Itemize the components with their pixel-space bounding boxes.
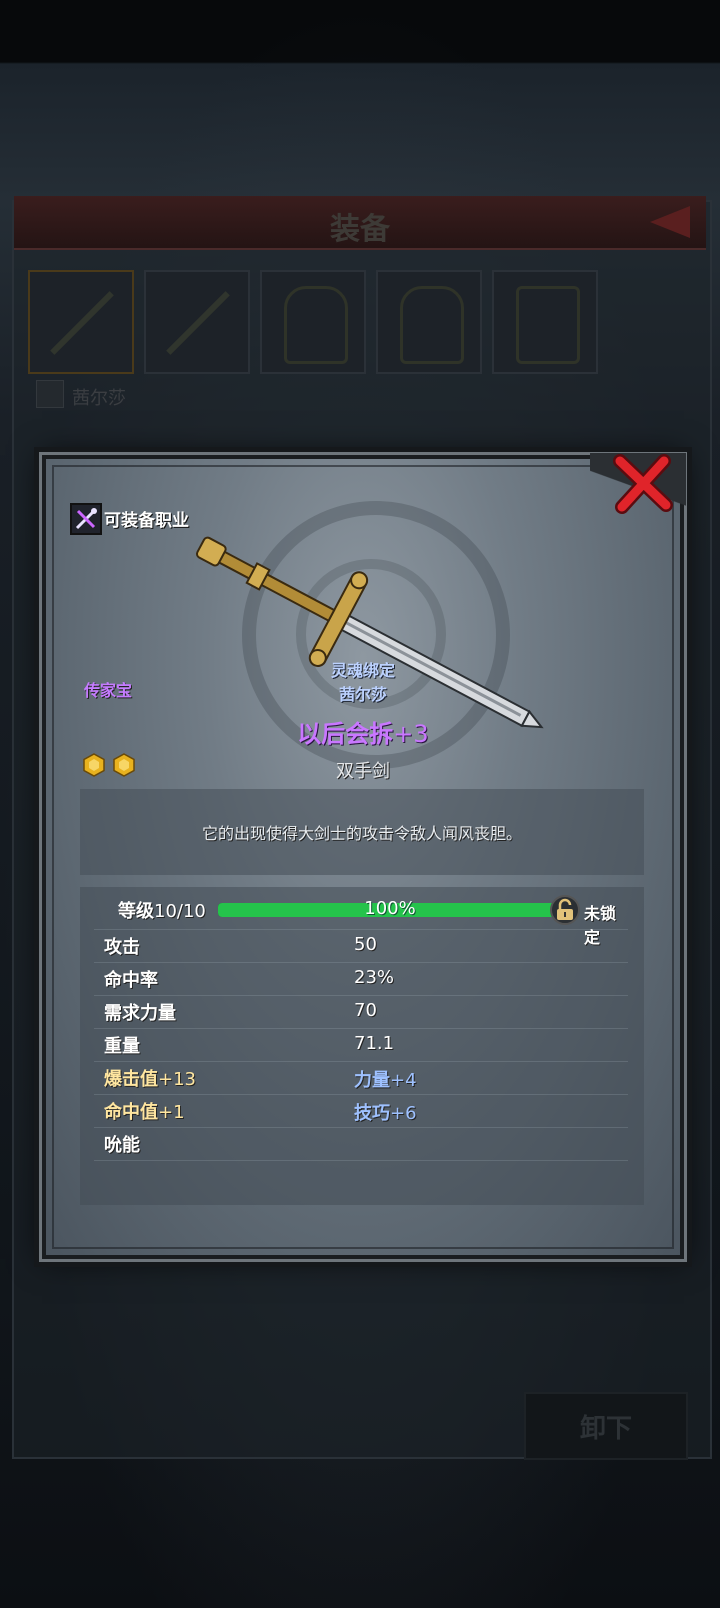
item-description: 它的出现使得大剑士的攻击令敌人闻风丧胆。 xyxy=(201,824,522,843)
slot-weapon-off[interactable] xyxy=(144,270,250,374)
skill-row: 吮能 xyxy=(94,1127,628,1161)
description-box: 它的出现使得大剑士的攻击令敌人闻风丧胆。 xyxy=(80,789,644,875)
slot-armor[interactable] xyxy=(376,270,482,374)
unlock-icon xyxy=(557,898,573,920)
close-icon xyxy=(613,454,673,514)
class-icon[interactable] xyxy=(70,503,102,535)
bonus-row-1: 爆击值+13 力量+4 xyxy=(94,1061,628,1095)
bonus-strength: 力量+4 xyxy=(354,1070,417,1091)
slot-legs[interactable] xyxy=(492,270,598,374)
skill-label: 吮能 xyxy=(104,1135,140,1156)
slot-helmet[interactable] xyxy=(260,270,366,374)
close-button[interactable] xyxy=(610,451,676,517)
bonus-row-2: 命中值+1 技巧+6 xyxy=(94,1094,628,1128)
item-detail-modal: 可装备职业 传家宝 灵魂绑定 茜尔莎 以后会拆+3 双手剑 它的出现使得大剑士的… xyxy=(42,453,686,1259)
stat-row-required-strength: 需求力量 70 xyxy=(94,995,628,1029)
stats-panel: 等级10/10 100% 未锁定 攻击 50 命中率 23% 需求力量 70 重… xyxy=(80,887,644,1205)
item-name: 以后会拆+3 xyxy=(297,720,429,748)
slot-weapon-main[interactable] xyxy=(28,270,134,374)
stat-row-weight: 重量 71.1 xyxy=(94,1028,628,1062)
unequip-button[interactable]: 卸下 xyxy=(524,1392,688,1460)
character-avatar xyxy=(36,380,64,408)
character-name: 茜尔莎 xyxy=(72,388,126,409)
level-label: 等级10/10 xyxy=(118,901,206,922)
bonus-skill: 技巧+6 xyxy=(354,1103,417,1124)
equip-class-label[interactable]: 可装备职业 xyxy=(104,506,189,531)
stat-row-hit-rate: 命中率 23% xyxy=(94,962,628,996)
equipment-title: 装备 xyxy=(330,212,390,247)
bonus-crit: 爆击值+13 xyxy=(104,1069,196,1090)
equipment-slots xyxy=(28,270,598,374)
back-arrow-icon[interactable] xyxy=(650,206,690,238)
enhance-level: +3 xyxy=(393,720,429,748)
level-row: 等级10/10 100% 未锁定 xyxy=(94,889,628,947)
bound-character: 茜尔莎 xyxy=(338,685,387,704)
lock-button[interactable] xyxy=(550,895,580,925)
soulbound-label: 灵魂绑定 xyxy=(330,661,395,680)
stat-row-attack: 攻击 50 xyxy=(94,929,628,963)
item-type: 双手剑 xyxy=(336,761,390,782)
level-progress-text: 100% xyxy=(364,898,416,919)
bonus-hit: 命中值+1 xyxy=(104,1102,185,1123)
